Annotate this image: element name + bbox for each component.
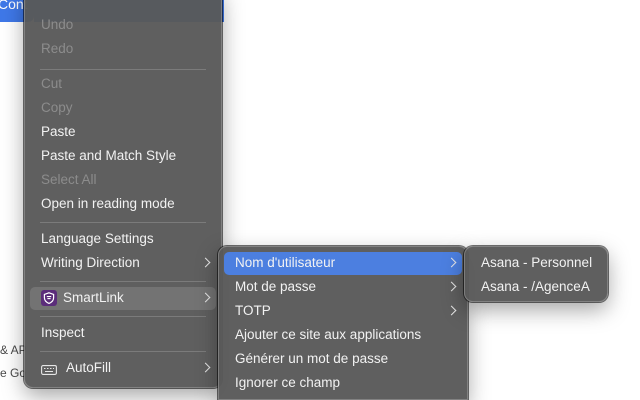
menu-separator <box>40 281 206 282</box>
username-submenu: Asana - Personnel Asana - /AgenceA <box>464 246 608 302</box>
menu-item-language-settings-label: Language Settings <box>41 231 154 246</box>
menu-separator <box>40 222 206 223</box>
menu-item-writing-direction[interactable]: Writing Direction <box>30 252 216 275</box>
autofill-keyboard-icon <box>41 363 57 375</box>
chevron-right-icon <box>446 305 457 316</box>
menu-item-paste-match-style-label: Paste and Match Style <box>41 148 177 163</box>
menu-item-select-all[interactable]: Select All <box>30 169 216 192</box>
chevron-right-icon <box>446 281 457 292</box>
submenu-item-ignore-field[interactable]: Ignorer ce champ <box>224 372 462 395</box>
menu-item-language-settings[interactable]: Language Settings <box>30 228 216 251</box>
context-menu: Undo Redo Cut Copy Paste Paste and Match… <box>24 0 222 388</box>
account-item-agencea[interactable]: Asana - /AgenceA <box>470 276 602 299</box>
account-item-personnel-label: Asana - Personnel <box>481 255 593 270</box>
menu-item-inspect[interactable]: Inspect <box>30 322 216 345</box>
menu-item-cut[interactable]: Cut <box>30 73 216 96</box>
submenu-item-username-label: Nom d'utilisateur <box>235 255 336 270</box>
chevron-right-icon <box>446 257 457 268</box>
menu-item-copy-label: Copy <box>41 100 73 115</box>
submenu-item-password-label: Mot de passe <box>235 279 317 294</box>
submenu-item-generate-password-label: Générer un mot de passe <box>235 351 389 366</box>
submenu-item-username[interactable]: Nom d'utilisateur <box>224 252 462 275</box>
menu-item-cut-label: Cut <box>41 76 63 91</box>
menu-item-select-all-label: Select All <box>41 172 97 187</box>
menu-item-reading-mode[interactable]: Open in reading mode <box>30 193 216 216</box>
menu-item-autofill-label: AutoFill <box>66 360 112 375</box>
menu-item-paste[interactable]: Paste <box>30 121 216 144</box>
submenu-item-password[interactable]: Mot de passe <box>224 276 462 299</box>
menu-item-autofill[interactable]: AutoFill <box>30 357 216 380</box>
smartlink-submenu: Nom d'utilisateur Mot de passe TOTP Ajou… <box>218 246 468 400</box>
background-text-line-2: e Go <box>0 366 27 380</box>
account-item-personnel[interactable]: Asana - Personnel <box>470 252 602 275</box>
chevron-right-icon <box>200 257 211 268</box>
submenu-item-add-site-label: Ajouter ce site aux applications <box>235 327 422 342</box>
menu-item-paste-match-style[interactable]: Paste and Match Style <box>30 145 216 168</box>
submenu-item-add-site[interactable]: Ajouter ce site aux applications <box>224 324 462 347</box>
chevron-right-icon <box>200 292 211 303</box>
menu-item-redo[interactable]: Redo <box>30 38 216 61</box>
menu-separator <box>40 351 206 352</box>
submenu-item-ignore-field-label: Ignorer ce champ <box>235 375 341 390</box>
account-item-agencea-label: Asana - /AgenceA <box>481 279 590 294</box>
submenu-item-totp[interactable]: TOTP <box>224 300 462 323</box>
menu-item-redo-label: Redo <box>41 41 74 56</box>
chevron-right-icon <box>200 362 211 373</box>
menu-item-paste-label: Paste <box>41 124 76 139</box>
submenu-item-generate-password[interactable]: Générer un mot de passe <box>224 348 462 371</box>
menu-item-reading-mode-label: Open in reading mode <box>41 196 175 211</box>
smartlink-shield-icon <box>41 290 57 306</box>
menu-item-undo-label: Undo <box>41 17 74 32</box>
menu-separator <box>40 69 206 70</box>
background-text-line-1: & AP <box>0 343 27 357</box>
menu-item-copy[interactable]: Copy <box>30 97 216 120</box>
submenu-item-totp-label: TOTP <box>235 303 271 318</box>
menu-item-smartlink-label: SmartLink <box>63 290 124 305</box>
menu-separator <box>40 316 206 317</box>
menu-item-smartlink[interactable]: SmartLink <box>30 287 216 310</box>
menu-item-undo[interactable]: Undo <box>30 14 216 37</box>
menu-item-inspect-label: Inspect <box>41 325 85 340</box>
menu-item-writing-direction-label: Writing Direction <box>41 255 140 270</box>
